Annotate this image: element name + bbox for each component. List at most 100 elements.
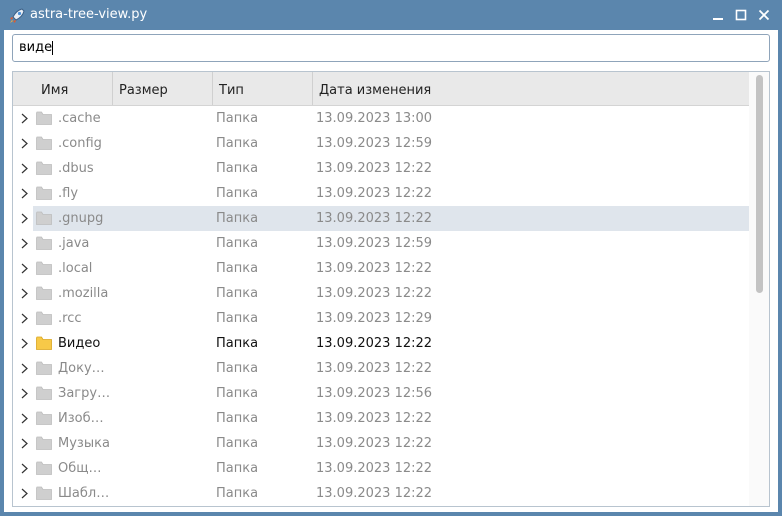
folder-icon (36, 361, 52, 375)
chevron-right-icon[interactable] (20, 488, 30, 499)
tree-row[interactable]: .rcc Папка 13.09.2023 12:29 (13, 306, 749, 331)
row-type: Папка (216, 411, 259, 426)
row-type: Папка (216, 311, 259, 326)
row-type: Папка (216, 161, 259, 176)
tree-row[interactable]: .gnupg Папка 13.09.2023 12:22 (21, 206, 749, 231)
chevron-right-icon[interactable] (20, 313, 30, 324)
row-date: 13.09.2023 12:22 (316, 336, 433, 351)
tree-row-content: Видео Папка 13.09.2023 12:22 (13, 331, 749, 356)
search-input-value: виде (19, 40, 53, 55)
row-type: Папка (216, 486, 259, 501)
row-date: 13.09.2023 12:22 (316, 361, 433, 376)
tree-row[interactable]: Музыка Папка 13.09.2023 12:22 (13, 431, 749, 456)
minimize-button[interactable] (710, 7, 726, 23)
vertical-scrollbar[interactable] (749, 72, 769, 506)
tree-row[interactable]: .cache Папка 13.09.2023 13:00 (13, 106, 749, 131)
folder-icon (36, 486, 52, 500)
chevron-right-icon[interactable] (20, 238, 30, 249)
tree-row[interactable]: .java Папка 13.09.2023 12:59 (13, 231, 749, 256)
row-date: 13.09.2023 12:59 (316, 136, 433, 151)
folder-icon (36, 211, 52, 225)
chevron-right-icon[interactable] (20, 463, 30, 474)
close-button[interactable] (756, 7, 772, 23)
tree-row-content: .rcc Папка 13.09.2023 12:29 (13, 306, 749, 331)
chevron-right-icon[interactable] (20, 338, 30, 349)
row-date: 13.09.2023 12:22 (316, 261, 433, 276)
window-title: astra-tree-view.py (30, 7, 148, 22)
column-header-modified[interactable]: Дата изменения (313, 72, 749, 105)
tree-row-content: Общ… Папка 13.09.2023 12:22 (13, 456, 749, 481)
tree-row[interactable]: .local Папка 13.09.2023 12:22 (13, 256, 749, 281)
tree-row-content: Музыка Папка 13.09.2023 12:22 (13, 431, 749, 456)
maximize-button[interactable] (733, 7, 749, 23)
tree-row[interactable]: .mozilla Папка 13.09.2023 12:22 (13, 281, 749, 306)
tree-row[interactable]: Изоб… Папка 13.09.2023 12:22 (13, 406, 749, 431)
row-date: 13.09.2023 13:00 (316, 111, 433, 126)
column-header-name[interactable]: Имя (13, 72, 113, 105)
chevron-right-icon[interactable] (20, 438, 30, 449)
row-name: .mozilla (58, 286, 109, 301)
row-name: Загру… (58, 386, 111, 401)
tree-row[interactable]: Доку… Папка 13.09.2023 12:22 (13, 356, 749, 381)
tree-row-content: .mozilla Папка 13.09.2023 12:22 (13, 281, 749, 306)
tree-row-content: Доку… Папка 13.09.2023 12:22 (13, 356, 749, 381)
folder-icon (36, 336, 52, 350)
folder-icon (36, 311, 52, 325)
tree-row-content: .fly Папка 13.09.2023 12:22 (13, 181, 749, 206)
row-type: Папка (216, 236, 259, 251)
tree-row[interactable]: Шабл… Папка 13.09.2023 12:22 (13, 481, 749, 506)
chevron-right-icon[interactable] (20, 263, 30, 274)
row-type: Папка (216, 361, 259, 376)
row-name: Шабл… (58, 486, 110, 501)
row-type: Папка (216, 186, 259, 201)
chevron-right-icon[interactable] (20, 138, 30, 149)
tree-row[interactable]: Загру… Папка 13.09.2023 12:56 (13, 381, 749, 406)
chevron-right-icon[interactable] (20, 113, 30, 124)
row-type: Папка (216, 461, 259, 476)
chevron-right-icon[interactable] (20, 388, 30, 399)
column-header-size[interactable]: Размер (113, 72, 213, 105)
row-name: Доку… (58, 361, 105, 376)
chevron-right-icon[interactable] (20, 213, 30, 224)
chevron-right-icon[interactable] (20, 163, 30, 174)
row-date: 13.09.2023 12:22 (316, 461, 433, 476)
folder-icon (36, 236, 52, 250)
row-name: Музыка (58, 436, 110, 451)
row-name: .gnupg (58, 211, 104, 226)
tree-row[interactable]: .config Папка 13.09.2023 12:59 (13, 131, 749, 156)
chevron-right-icon[interactable] (20, 288, 30, 299)
tree-row-content: .dbus Папка 13.09.2023 12:22 (13, 156, 749, 181)
row-name: .dbus (58, 161, 94, 176)
folder-icon (36, 186, 52, 200)
folder-icon (36, 136, 52, 150)
row-date: 13.09.2023 12:59 (316, 236, 433, 251)
row-date: 13.09.2023 12:22 (316, 486, 433, 501)
row-type: Папка (216, 211, 259, 226)
file-tree-view[interactable]: Имя Размер Тип Дата изменения .cache Папк… (12, 71, 770, 507)
folder-icon (36, 111, 52, 125)
tree-row-content: .gnupg Папка 13.09.2023 12:22 (13, 206, 749, 231)
row-name: .java (58, 236, 90, 251)
search-input[interactable]: виде (12, 34, 770, 62)
title-bar[interactable]: astra-tree-view.py (0, 0, 782, 30)
row-date: 13.09.2023 12:22 (316, 211, 433, 226)
folder-icon (36, 286, 52, 300)
tree-row[interactable]: .dbus Папка 13.09.2023 12:22 (13, 156, 749, 181)
tree-row[interactable]: .fly Папка 13.09.2023 12:22 (13, 181, 749, 206)
tree-row[interactable]: Видео Папка 13.09.2023 12:22 (13, 331, 749, 356)
tree-row-content: .cache Папка 13.09.2023 13:00 (13, 106, 749, 131)
chevron-right-icon[interactable] (20, 413, 30, 424)
row-name: .config (58, 136, 102, 151)
row-date: 13.09.2023 12:29 (316, 311, 433, 326)
row-name: .fly (58, 186, 79, 201)
tree-row[interactable]: Общ… Папка 13.09.2023 12:22 (13, 456, 749, 481)
chevron-right-icon[interactable] (20, 363, 30, 374)
row-name: .local (58, 261, 93, 276)
column-header-type[interactable]: Тип (213, 72, 313, 105)
row-date: 13.09.2023 12:22 (316, 286, 433, 301)
tree-header: Имя Размер Тип Дата изменения (13, 72, 749, 106)
scrollbar-thumb[interactable] (756, 75, 763, 293)
tree-row-content: .local Папка 13.09.2023 12:22 (13, 256, 749, 281)
folder-icon (36, 411, 52, 425)
chevron-right-icon[interactable] (20, 188, 30, 199)
